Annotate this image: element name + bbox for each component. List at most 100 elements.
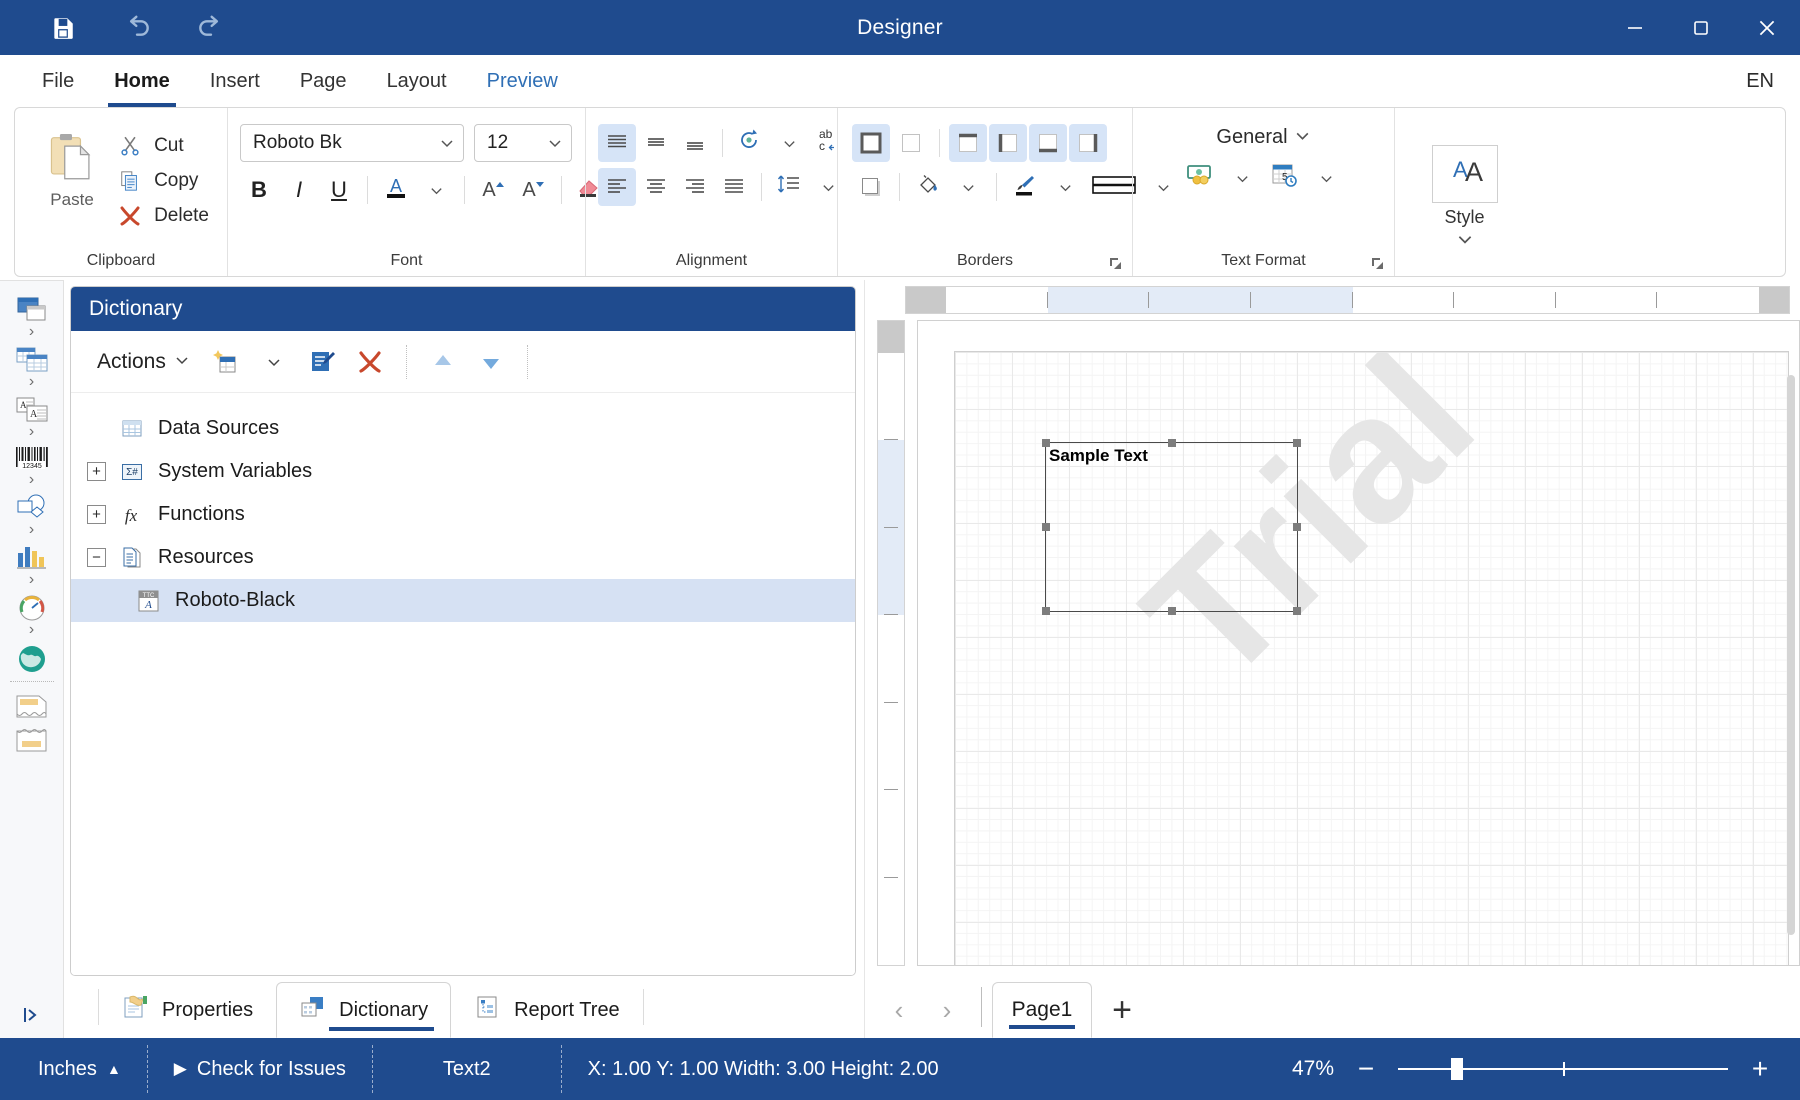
border-left-button[interactable] [989,124,1027,162]
toolbox-item-gauge[interactable]: › [4,589,60,639]
previous-page-button[interactable]: ‹ [875,982,923,1038]
toolbox-expand-button[interactable] [0,1004,63,1026]
tree-item-resources[interactable]: − Resources [71,536,855,579]
tab-report-tree[interactable]: Report Tree [451,982,643,1038]
font-family-combo[interactable]: Roboto Bk [240,124,464,162]
cut-button[interactable]: Cut [113,130,217,162]
bold-button[interactable]: B [240,171,278,209]
page-tab-page1[interactable]: Page1 [992,982,1092,1038]
decrease-font-size-button[interactable]: A [514,171,552,209]
border-none-button[interactable] [892,124,930,162]
vertical-ruler[interactable] [877,320,905,966]
font-size-combo[interactable]: 12 [474,124,572,162]
align-left-button[interactable] [598,168,636,206]
expander-minus-icon[interactable]: − [87,548,106,567]
align-justify-button[interactable] [715,168,753,206]
resize-handle-bottom-left[interactable] [1042,607,1050,615]
align-middle-button[interactable] [637,124,675,162]
zoom-out-button[interactable]: − [1352,1055,1380,1083]
border-color-button[interactable] [1006,168,1044,206]
underline-button[interactable]: U [320,171,358,209]
delete-button[interactable]: Delete [113,200,217,232]
border-color-dropdown[interactable] [1046,168,1084,206]
copy-button[interactable]: Copy [113,165,217,197]
line-spacing-button[interactable] [770,168,808,206]
font-color-button[interactable]: A [377,171,415,209]
date-format-button[interactable]: 5 [1266,159,1304,197]
redo-icon[interactable] [194,11,228,45]
toolbox-item-charts[interactable]: › [4,539,60,589]
number-format-value[interactable]: General [1216,126,1287,149]
border-right-button[interactable] [1069,124,1107,162]
tree-item-data-sources[interactable]: Data Sources [71,407,855,450]
add-page-button[interactable]: + [1092,982,1152,1038]
close-button[interactable] [1734,0,1800,55]
tab-file[interactable]: File [22,55,94,107]
align-right-button[interactable] [676,168,714,206]
move-up-button[interactable] [421,340,465,384]
horizontal-ruler[interactable] [905,286,1790,314]
currency-format-dropdown[interactable] [1224,159,1262,197]
maximize-button[interactable] [1668,0,1734,55]
fill-color-button[interactable] [909,168,947,206]
font-color-dropdown[interactable] [417,171,455,209]
tab-properties[interactable]: Properties [99,982,276,1038]
text-rotation-button[interactable] [731,124,769,162]
save-icon[interactable] [46,11,80,45]
tab-dictionary[interactable]: Dictionary [276,982,451,1038]
text-format-dialog-launcher[interactable] [1370,256,1386,272]
units-selector[interactable]: Inches ▲ [0,1038,147,1100]
toolbox-item-barcode[interactable]: 12345 › [4,441,60,489]
chevron-down-icon[interactable] [1294,127,1311,149]
move-down-button[interactable] [469,340,513,384]
tree-item-roboto-black[interactable]: TTCA Roboto-Black [71,579,855,622]
toolbox-item-band-footer[interactable] [4,722,60,756]
zoom-slider-thumb[interactable] [1451,1058,1463,1080]
undo-icon[interactable] [120,11,154,45]
tab-page[interactable]: Page [280,55,367,107]
tab-preview[interactable]: Preview [467,55,578,107]
currency-format-button[interactable] [1182,159,1220,197]
fill-color-dropdown[interactable] [949,168,987,206]
toolbox-item-tables[interactable]: › [4,341,60,391]
resize-handle-bottom-right[interactable] [1293,607,1301,615]
increase-font-size-button[interactable]: A [474,171,512,209]
toolbox-item-text[interactable]: AA › [4,391,60,441]
border-bottom-button[interactable] [1029,124,1067,162]
toolbox-item-panels[interactable]: › [4,291,60,341]
tab-layout[interactable]: Layout [367,55,467,107]
text-component[interactable]: Sample Text [1045,442,1298,612]
resize-handle-top-left[interactable] [1042,439,1050,447]
report-page[interactable]: Trial Sample Text [954,351,1789,966]
borders-dialog-launcher[interactable] [1108,256,1124,272]
vertical-scrollbar-thumb[interactable] [1787,375,1795,935]
design-surface[interactable]: Trial Sample Text [917,320,1800,966]
expander-plus-icon[interactable]: + [87,505,106,524]
new-item-dropdown[interactable] [252,340,296,384]
language-indicator[interactable]: EN [1746,55,1800,107]
resize-handle-middle-left[interactable] [1042,523,1050,531]
text-rotation-dropdown[interactable] [770,124,808,162]
check-for-issues-button[interactable]: ▶ Check for Issues [148,1038,372,1100]
zoom-in-button[interactable]: + [1746,1055,1774,1083]
border-shadow-button[interactable] [852,168,890,206]
vertical-scrollbar[interactable] [1785,365,1797,953]
toolbox-item-map[interactable] [4,639,60,675]
resize-handle-middle-right[interactable] [1293,523,1301,531]
tab-insert[interactable]: Insert [190,55,280,107]
resize-handle-top-right[interactable] [1293,439,1301,447]
align-top-button[interactable] [598,124,636,162]
tree-item-functions[interactable]: + fx Functions [71,493,855,536]
paste-button[interactable]: Paste [31,120,113,210]
border-all-button[interactable] [852,124,890,162]
new-item-button[interactable] [204,340,248,384]
style-button[interactable]: AA [1432,145,1498,203]
italic-button[interactable]: I [280,171,318,209]
edit-item-button[interactable] [300,340,344,384]
delete-item-button[interactable] [348,340,392,384]
minimize-button[interactable] [1602,0,1668,55]
toolbox-item-shapes[interactable]: › [4,489,60,539]
next-page-button[interactable]: › [923,982,971,1038]
zoom-slider[interactable] [1398,1057,1728,1081]
date-format-dropdown[interactable] [1308,159,1346,197]
